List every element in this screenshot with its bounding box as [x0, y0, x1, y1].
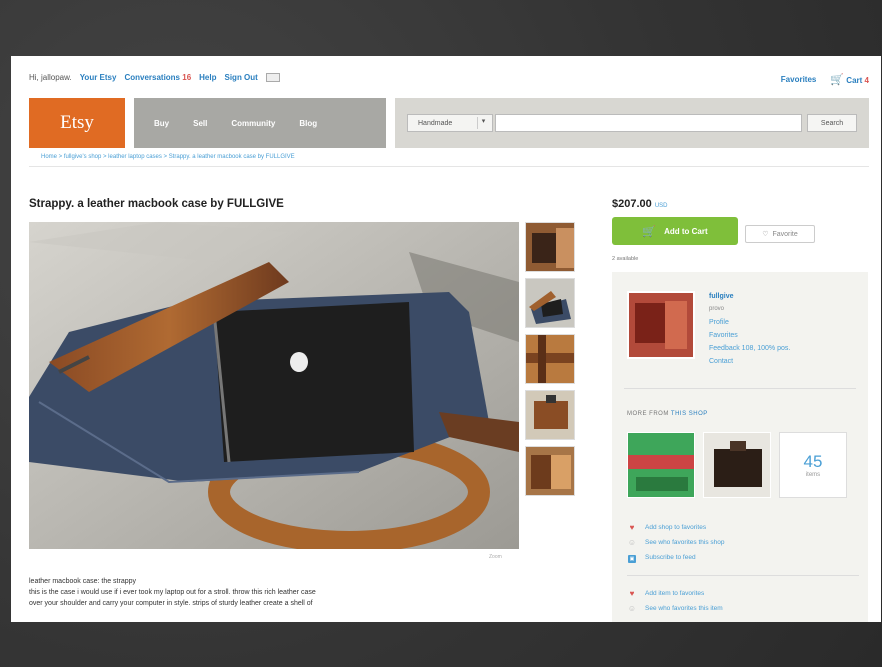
price: $207.00 USD — [612, 198, 668, 210]
divider — [29, 166, 869, 167]
search-category-value: Handmade — [418, 119, 453, 127]
divider — [624, 388, 856, 389]
item-count-number: 45 — [803, 452, 823, 471]
cart-count: 4 — [864, 76, 869, 85]
this-shop-link[interactable]: THIS SHOP — [671, 411, 708, 417]
shop-favorites-link[interactable]: Favorites — [709, 329, 790, 342]
action-label: See who favorites this item — [645, 605, 723, 612]
conversations-label[interactable]: Conversations — [124, 73, 180, 82]
sign-out-link[interactable]: Sign Out — [225, 73, 258, 82]
shop-name[interactable]: fullgive — [709, 290, 790, 303]
shop-contact-link[interactable]: Contact — [709, 355, 790, 368]
listing-main-photo[interactable] — [29, 222, 519, 549]
cart-label[interactable]: Cart — [846, 76, 862, 85]
heart-outline-icon: ♡ — [762, 231, 769, 238]
breadcrumb[interactable]: Home > fullgive's shop > leather laptop … — [41, 154, 295, 160]
shop-item-count[interactable]: 45 items — [779, 432, 847, 498]
thumbnail-4[interactable] — [525, 390, 575, 440]
availability: 2 available — [612, 256, 639, 262]
etsy-page: Hi, jallopaw. Your Etsy Conversations 16… — [11, 56, 881, 622]
thumbnail-2[interactable] — [525, 278, 575, 328]
see-who-favorites-item[interactable]: ☺ See who favorites this item — [627, 601, 859, 616]
add-to-cart-label: Add to Cart — [664, 226, 708, 236]
description-line: over your shoulder and carry your comput… — [29, 600, 313, 607]
conversations-link[interactable]: Conversations 16 — [124, 73, 191, 82]
nav-community[interactable]: Community — [219, 119, 287, 128]
favorite-label: Favorite — [772, 230, 798, 238]
action-label: See who favorites this shop — [645, 539, 725, 546]
search-bar: Handmade ▾ Search — [395, 98, 869, 148]
see-who-favorites-shop[interactable]: ☺ See who favorites this shop — [627, 535, 859, 550]
favorites-link[interactable]: Favorites — [781, 75, 817, 84]
nav-blog[interactable]: Blog — [287, 119, 329, 128]
description-line: this is the case i would use if i ever t… — [29, 589, 316, 596]
shop-actions: ♥ Add shop to favorites ☺ See who favori… — [627, 520, 859, 616]
shop-location: provo — [709, 306, 725, 312]
shop-profile-link[interactable]: Profile — [709, 316, 790, 329]
conversations-count: 16 — [182, 73, 192, 82]
shop-avatar[interactable] — [627, 291, 695, 359]
chevron-down-icon: ▾ — [477, 117, 489, 129]
add-to-cart-button[interactable]: 🛒 Add to Cart — [612, 217, 738, 245]
header: Etsy Buy Sell Community Blog Handmade ▾ … — [29, 98, 869, 148]
more-from-text: MORE FROM — [627, 411, 669, 417]
rss-icon: ▣ — [628, 555, 636, 563]
listing-description: leather macbook case: the strappy this i… — [29, 576, 519, 609]
thumbnail-strip — [525, 222, 577, 502]
your-etsy-link[interactable]: Your Etsy — [80, 73, 117, 82]
more-item-thumbnail[interactable] — [627, 432, 695, 498]
price-value: $207.00 — [612, 198, 652, 210]
zoom-link[interactable]: Zoom — [489, 554, 502, 560]
action-label: Subscribe to feed — [645, 554, 696, 561]
nav-buy[interactable]: Buy — [134, 119, 181, 128]
greeting: Hi, jallopaw. — [29, 73, 72, 82]
top-bar: Hi, jallopaw. Your Etsy Conversations 16… — [11, 56, 881, 96]
item-count-label: items — [805, 472, 821, 478]
action-label: Add shop to favorites — [645, 524, 707, 531]
favorite-button[interactable]: ♡ Favorite — [745, 225, 815, 243]
help-link[interactable]: Help — [199, 73, 216, 82]
listing-title: Strappy. a leather macbook case by FULLG… — [29, 198, 284, 210]
add-shop-to-favorites[interactable]: ♥ Add shop to favorites — [627, 520, 859, 535]
people-icon: ☺ — [627, 538, 637, 547]
search-input[interactable] — [495, 114, 802, 132]
nav-sell[interactable]: Sell — [181, 119, 219, 128]
cart-icon: 🛒 — [830, 74, 845, 86]
description-line: leather macbook case: the strappy — [29, 578, 137, 585]
shop-info: fullgive provo Profile Favorites Feedbac… — [709, 290, 790, 368]
subscribe-to-feed[interactable]: ▣ Subscribe to feed — [627, 550, 859, 565]
cart-link[interactable]: 🛒 Cart 4 — [830, 73, 869, 86]
more-item-thumbnail[interactable] — [703, 432, 771, 498]
shop-panel: fullgive provo Profile Favorites Feedbac… — [612, 272, 868, 622]
thumbnail-5[interactable] — [525, 446, 575, 496]
currency-label[interactable]: USD — [655, 203, 668, 209]
more-from-shop-label: MORE FROM THIS SHOP — [627, 411, 708, 417]
mail-icon[interactable] — [265, 73, 280, 82]
cart-icon: 🛒 — [642, 225, 657, 238]
add-item-to-favorites[interactable]: ♥ Add item to favorites — [627, 586, 859, 601]
thumbnail-1[interactable] — [525, 222, 575, 272]
search-button[interactable]: Search — [807, 114, 857, 132]
main-nav: Buy Sell Community Blog — [134, 98, 386, 148]
shop-feedback-link[interactable]: Feedback 108, 100% pos. — [709, 342, 790, 355]
people-icon: ☺ — [627, 604, 637, 613]
divider — [627, 575, 859, 576]
heart-icon: ♥ — [629, 589, 635, 598]
heart-icon: ♥ — [629, 523, 635, 532]
action-label: Add item to favorites — [645, 590, 705, 597]
etsy-logo[interactable]: Etsy — [29, 98, 125, 148]
thumbnail-3[interactable] — [525, 334, 575, 384]
search-category-select[interactable]: Handmade ▾ — [407, 114, 493, 132]
